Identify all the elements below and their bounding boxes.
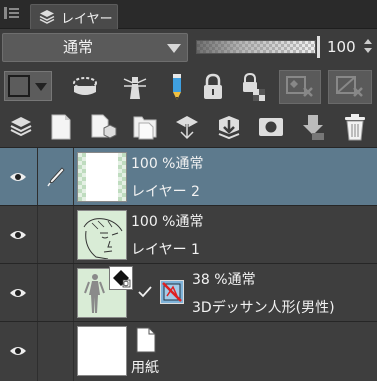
draft-layer-button[interactable] <box>160 70 194 104</box>
panel-tab-bar: レイヤー <box>0 0 377 29</box>
layer-name: 3Dデッサン人形(男性) <box>192 300 335 316</box>
apply-mask-button[interactable] <box>296 110 330 144</box>
edit-target-column <box>38 264 74 321</box>
layer-opacity-blend: 100 %通常 <box>131 214 204 230</box>
edit-target-column <box>38 206 74 263</box>
layer-thumbnail <box>77 210 127 260</box>
opacity-value: 100 <box>327 38 356 56</box>
spin-down-icon[interactable] <box>364 48 372 53</box>
visibility-column <box>0 206 38 263</box>
layer-toolbar-top <box>0 67 377 107</box>
chevron-down-icon <box>167 44 181 53</box>
new-page-icon <box>51 114 71 140</box>
tab-layer-label: レイヤー <box>61 11 113 27</box>
visibility-column <box>0 322 38 381</box>
lock-transparent-pixels-button[interactable] <box>238 70 272 104</box>
lock-layer-button[interactable] <box>196 70 230 104</box>
layer-color-swatch <box>8 75 30 97</box>
spin-up-icon[interactable] <box>364 39 372 44</box>
panel-menu-icon[interactable] <box>4 6 20 20</box>
layer-name: レイヤー 1 <box>131 242 200 258</box>
3d-object-badge <box>109 266 133 290</box>
blend-mode-dropdown[interactable]: 通常 <box>2 33 188 62</box>
trash-icon <box>345 114 365 141</box>
layer-row-paper[interactable]: 用紙 <box>0 322 377 381</box>
create-layer-mask-button[interactable] <box>254 110 288 144</box>
transfer-to-lower-layer-button[interactable] <box>170 110 204 144</box>
new-folder-button[interactable] <box>128 110 162 144</box>
edit-target-column <box>38 322 74 381</box>
opacity-slider[interactable] <box>196 40 316 54</box>
layer-color-button[interactable] <box>4 71 52 101</box>
folder-icon <box>133 116 157 140</box>
layer-row-3d-mannequin[interactable]: 38 %通常 3Dデッサン人形(男性) <box>0 264 377 322</box>
visibility-column <box>0 148 38 205</box>
lighthouse-icon <box>123 77 147 99</box>
opacity-slider-handle[interactable] <box>317 36 320 58</box>
reference-layer-button[interactable] <box>118 70 152 104</box>
layer-stack-icon <box>39 10 55 24</box>
opacity-fill <box>197 41 315 53</box>
mask-delete-icon <box>286 76 313 97</box>
eye-icon[interactable] <box>9 287 27 299</box>
clip-layer-icon <box>73 77 97 95</box>
merge-with-lower-layer-button[interactable] <box>212 110 246 144</box>
layer-mask-icon <box>259 118 283 136</box>
tab-layer[interactable]: レイヤー <box>30 4 118 29</box>
layer-opacity-blend: 100 %通常 <box>131 156 204 172</box>
delete-layer-button[interactable] <box>338 110 372 144</box>
no-entry-icon <box>162 282 182 302</box>
lock-transparency-icon <box>243 72 265 101</box>
new-raster-layer-button[interactable] <box>44 110 78 144</box>
apply-mask-icon <box>303 115 324 140</box>
new-vector-layer-button[interactable] <box>86 110 120 144</box>
layer-row-layer-1[interactable]: 100 %通常 レイヤー 1 <box>0 206 377 264</box>
layer-name: レイヤー 2 <box>131 184 200 200</box>
checkmark-icon[interactable] <box>138 286 152 298</box>
mask-icon <box>336 76 363 97</box>
layer-property-button[interactable] <box>4 110 38 144</box>
clear-mask-button[interactable] <box>279 70 321 104</box>
paper-icon <box>136 327 156 353</box>
blend-mode-value: 通常 <box>63 38 94 56</box>
opacity-spinner[interactable] <box>362 37 374 57</box>
clip-lower-layer-button[interactable] <box>68 70 102 104</box>
layer-thumbnail <box>77 152 127 202</box>
layer-opacity-blend: 38 %通常 <box>192 272 256 288</box>
lock-icon <box>204 73 222 99</box>
mask-toggle-button[interactable] <box>328 70 372 104</box>
3d-cube-icon <box>113 270 131 288</box>
layer-name: 用紙 <box>131 360 159 376</box>
chevron-down-icon <box>35 83 47 91</box>
eye-icon[interactable] <box>9 345 27 357</box>
layer-toolbar-bottom <box>0 107 377 147</box>
layer-row-layer-2[interactable]: 100 %通常 レイヤー 2 <box>0 148 377 206</box>
clip-indicator[interactable] <box>160 280 184 304</box>
layer-thumbnail <box>77 326 127 376</box>
eye-icon[interactable] <box>9 229 27 241</box>
layer-list: 100 %通常 レイヤー 2 100 %通常 レイヤー 1 38 %通常 3Dデ… <box>0 147 377 381</box>
layer-stack-icon <box>10 117 32 137</box>
face-sketch-thumbnail <box>83 218 123 259</box>
eye-icon[interactable] <box>9 171 27 183</box>
pen-icon[interactable] <box>47 167 65 187</box>
transfer-down-icon <box>176 116 198 140</box>
merge-down-icon <box>218 116 240 140</box>
new-vector-page-icon <box>91 114 117 139</box>
visibility-column <box>0 264 38 321</box>
pencil-icon <box>173 74 181 100</box>
blend-opacity-row: 通常 100 <box>0 31 377 63</box>
edit-target-column <box>38 148 74 205</box>
